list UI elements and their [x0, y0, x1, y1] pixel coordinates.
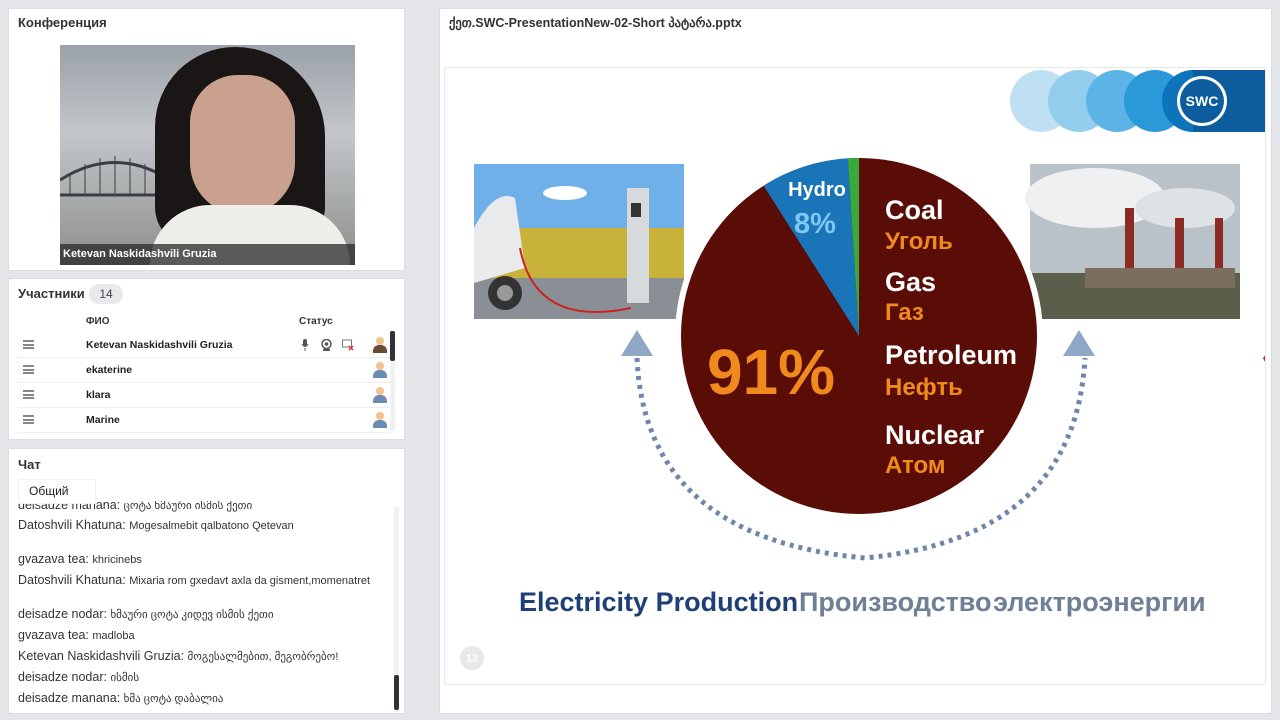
scrollbar-thumb[interactable] — [390, 331, 395, 361]
participants-panel: Участники 14 ФИО Статус Ketevan Naskidas… — [8, 278, 405, 440]
participant-row[interactable]: ekaterine — [17, 358, 390, 383]
participants-scrollbar[interactable] — [390, 331, 395, 431]
main-percent: 91% — [707, 336, 835, 408]
menu-icon[interactable] — [23, 340, 34, 349]
hydro-percent: 8% — [794, 208, 836, 240]
presentation-slide[interactable]: SWC Hydro 8% 91% Coal Уголь Gas Газ Petr… — [444, 67, 1266, 685]
column-header-name: ФИО — [86, 316, 110, 327]
video-feed[interactable]: Ketevan Naskidashvili Gruzia — [60, 45, 355, 265]
source-ru-label: Атом — [885, 452, 946, 479]
message-author: Datoshvili Khatuna: — [18, 518, 126, 532]
arrow-up-right — [1063, 330, 1095, 356]
presentation-title: ქეთ.SWC-PresentationNew-02-Short პატარა.… — [449, 16, 742, 30]
participant-name: Ketevan Naskidashvili Gruzia — [86, 339, 233, 351]
arrow-up-left — [621, 330, 653, 356]
message-text: ისმის — [110, 672, 140, 684]
page-number: 12 — [466, 653, 478, 665]
participant-row[interactable]: Ketevan Naskidashvili Gruzia — [17, 333, 390, 358]
webcam-icon[interactable] — [321, 339, 332, 351]
swc-logo-banner: SWC — [1010, 70, 1265, 132]
participants-count-badge: 14 — [89, 284, 123, 304]
message-author: gvazava tea: — [18, 628, 89, 642]
participant-row[interactable]: Marine — [17, 408, 390, 433]
column-header-status: Статус — [299, 316, 333, 327]
chat-message: gvazava tea: madloba — [18, 629, 388, 643]
chat-message: deisadze nodar: ისმის — [18, 671, 388, 685]
source-ru-label: Уголь — [885, 228, 953, 255]
source-en-label: Nuclear — [885, 420, 985, 450]
message-text: khricinebs — [92, 554, 142, 566]
user-avatar-icon — [373, 412, 387, 428]
user-avatar-icon — [373, 337, 387, 353]
edge-marker — [1263, 355, 1265, 362]
chat-scrollbar[interactable] — [394, 507, 399, 712]
menu-icon[interactable] — [23, 365, 34, 374]
source-en-label: Coal — [885, 195, 944, 225]
message-author: deisadze nodar: — [18, 607, 107, 621]
participant-name: Marine — [86, 414, 120, 426]
message-author: Datoshvili Khatuna: — [18, 573, 126, 587]
video-caption: Ketevan Naskidashvili Gruzia — [60, 244, 355, 265]
chat-message: Datoshvili Khatuna: Mogesalmebit qalbato… — [18, 519, 388, 533]
message-author: gvazava tea: — [18, 552, 89, 566]
participants-title: Участники — [18, 286, 85, 301]
source-en-label: Gas — [885, 267, 936, 297]
caption-english: Electricity Production — [519, 587, 798, 617]
chat-message: deisadze manana: ხმა ცოტა დაბალია — [18, 692, 388, 706]
participant-name: ekaterine — [86, 364, 133, 376]
chat-title: Чат — [18, 457, 41, 472]
user-avatar-icon — [373, 362, 387, 378]
electric-car-photo — [474, 164, 684, 319]
source-ru-label: Нефть — [885, 374, 963, 401]
message-text: ხმაური ცოტა კიდევ ისმის ქეთი — [110, 609, 274, 621]
conference-title: Конференция — [18, 15, 107, 30]
person-face — [190, 75, 295, 215]
conference-panel: Конференция Ketevan Naskidashvili Gruzia — [8, 8, 405, 271]
screen-share-off-icon[interactable] — [342, 339, 354, 351]
message-author: deisadze nodar: — [18, 670, 107, 684]
menu-icon[interactable] — [23, 390, 34, 399]
scrollbar-thumb[interactable] — [394, 675, 399, 710]
presentation-panel: ქეთ.SWC-PresentationNew-02-Short პატარა.… — [439, 8, 1272, 714]
microphone-icon[interactable] — [301, 339, 309, 351]
caption-russian-1: Производство — [799, 587, 992, 617]
message-text: ხმა ცოტა დაბალია — [123, 693, 224, 705]
chat-message: Ketevan Naskidashvili Gruzia: მოგესალმებ… — [18, 650, 388, 664]
message-text: ცოტა ხმაური ისმის ქეთი — [123, 501, 253, 512]
message-text: madloba — [92, 630, 135, 642]
chat-message: Datoshvili Khatuna: Mixaria rom gxedavt … — [18, 574, 388, 588]
caption-russian-2: электроэнергии — [993, 587, 1206, 617]
power-plant-photo — [1025, 164, 1240, 319]
message-text: Mogesalmebit qalbatono Qetevan — [129, 520, 294, 532]
menu-icon[interactable] — [23, 415, 34, 424]
participant-name: klara — [86, 389, 111, 401]
chat-message: deisadze nodar: ხმაური ცოტა კიდევ ისმის … — [18, 608, 388, 622]
chat-tab-general[interactable]: Общий — [18, 479, 96, 504]
hydro-label: Hydro — [788, 179, 846, 201]
chat-message: gvazava tea: khricinebs — [18, 553, 388, 567]
swc-logo-text: SWC — [1186, 93, 1219, 109]
message-text: Mixaria rom gxedavt axla da gisment,mome… — [129, 575, 371, 587]
message-text: მოგესალმებით, მეგობრებო! — [187, 651, 339, 663]
chat-messages: deisadze manana: ცოტა ხმაური ისმის ქეთი … — [18, 501, 390, 711]
message-author: Ketevan Naskidashvili Gruzia: — [18, 649, 185, 663]
source-en-label: Petroleum — [885, 340, 1017, 370]
slide-canvas: SWC Hydro 8% 91% Coal Уголь Gas Газ Petr… — [460, 70, 1265, 670]
bridge-background — [60, 156, 170, 197]
chat-panel: Чат deisadze manana: ცოტა ხმაური ისმის ქ… — [8, 448, 405, 714]
message-author: deisadze manana: — [18, 691, 121, 705]
source-ru-label: Газ — [885, 299, 924, 326]
participant-row[interactable]: klara — [17, 383, 390, 408]
user-avatar-icon — [373, 387, 387, 403]
